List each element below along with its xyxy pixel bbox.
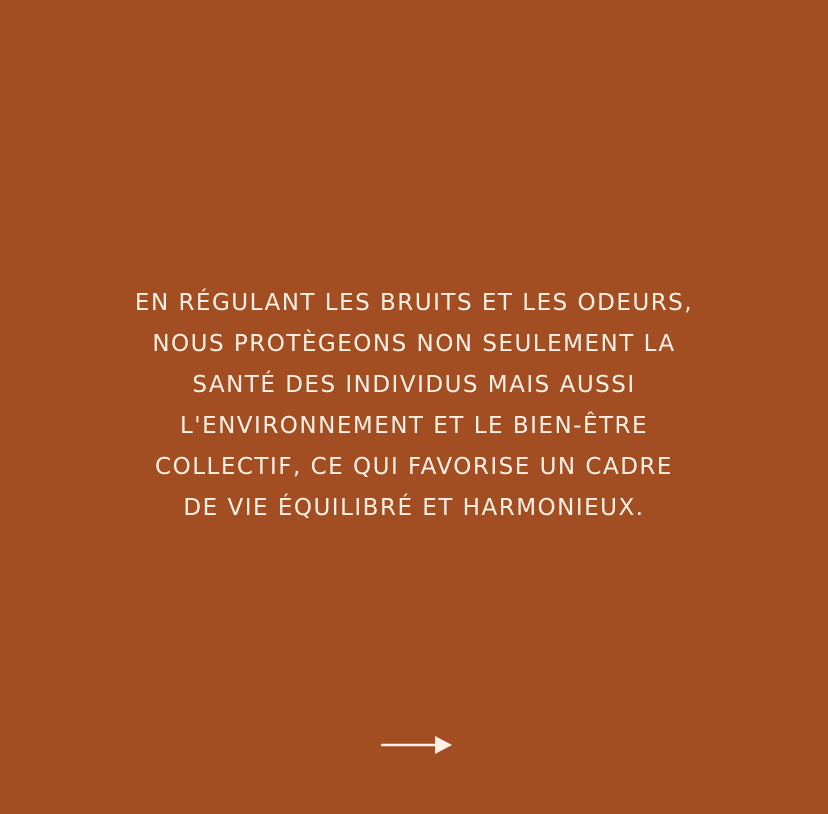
quote-line: COLLECTIF, CE QUI FAVORISE UN CADRE [155, 454, 673, 480]
quote-line: SANTÉ DES INDIVIDUS MAIS AUSSI [192, 372, 636, 398]
next-slide-button[interactable] [380, 732, 454, 758]
quote-line: EN RÉGULANT LES BRUITS ET LES ODEURS, [134, 290, 694, 316]
quote-line: L'ENVIRONNEMENT ET LE BIEN-ÊTRE [179, 413, 649, 439]
slide-card: EN RÉGULANT LES BRUITS ET LES ODEURS, NO… [0, 0, 828, 814]
quote-line: NOUS PROTÈGEONS NON SEULEMENT LA [152, 331, 676, 357]
quote-text: EN RÉGULANT LES BRUITS ET LES ODEURS, NO… [60, 283, 768, 529]
arrow-right-icon [380, 736, 452, 754]
quote-line: DE VIE ÉQUILIBRÉ ET HARMONIEUX. [183, 495, 645, 521]
